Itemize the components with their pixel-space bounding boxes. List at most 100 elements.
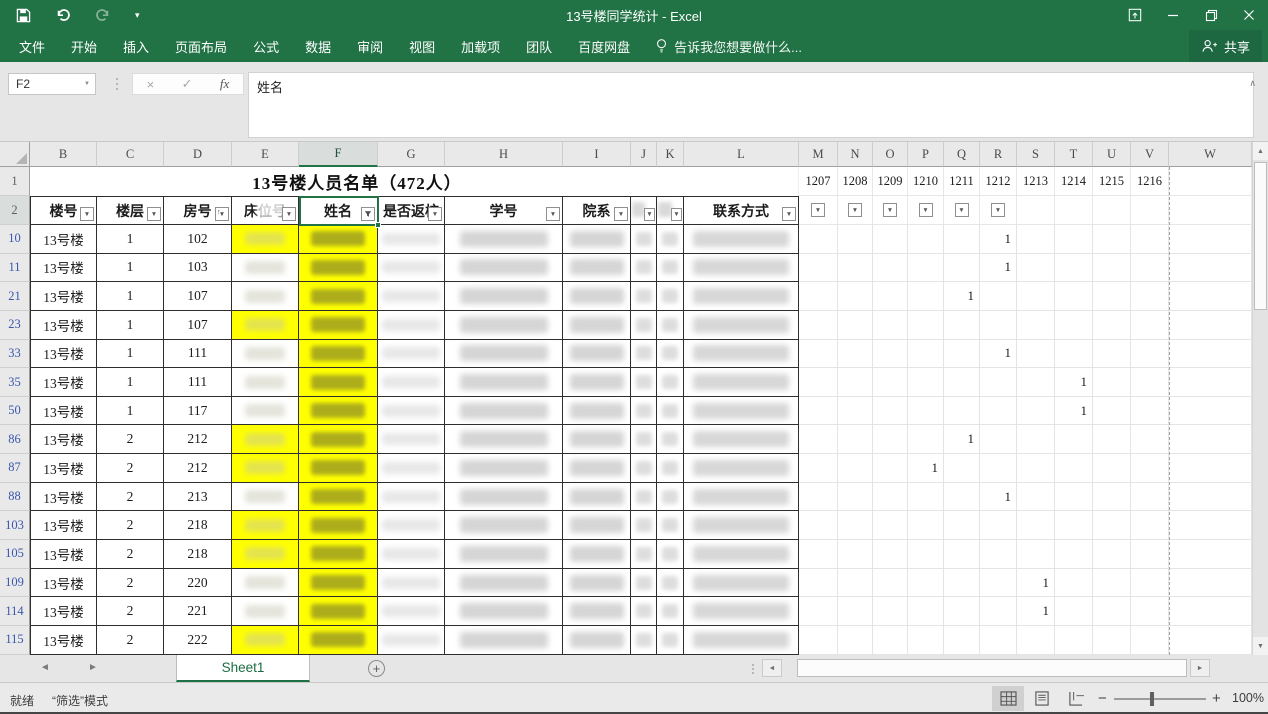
cell-bed-redacted[interactable] [232,340,299,369]
cell-redacted[interactable] [631,483,657,512]
next-sheet-icon[interactable]: ► [88,662,98,673]
cell-redacted[interactable] [631,425,657,454]
cell-building[interactable]: 13号楼 [30,569,97,598]
header-extra[interactable]: ▼ [908,196,944,225]
header-returned[interactable]: 是否返校▼ [378,196,445,225]
cell-redacted[interactable] [657,225,684,254]
cell-student-id-redacted[interactable] [445,311,563,340]
cell-bed-redacted[interactable] [232,254,299,283]
cell-count[interactable] [980,282,1017,311]
cell-count[interactable] [980,368,1017,397]
cell-bed-redacted[interactable] [232,569,299,598]
cell-count[interactable]: 1 [944,425,980,454]
enter-icon[interactable]: ✓ [182,76,193,92]
cell-redacted[interactable] [631,282,657,311]
cell-count[interactable] [799,368,838,397]
cell-empty[interactable] [1169,483,1252,512]
row-header[interactable]: 105 [0,540,30,569]
cell-count[interactable] [1131,225,1169,254]
ribbon-tab[interactable]: 审阅 [344,30,396,62]
zoom-slider-handle[interactable] [1150,692,1154,706]
cell-count[interactable] [799,425,838,454]
cell-student-id-redacted[interactable] [445,225,563,254]
column-header-G[interactable]: G [378,142,445,167]
cell-name-redacted[interactable] [299,569,378,598]
cell-count[interactable] [1055,540,1093,569]
cell-building[interactable]: 13号楼 [30,254,97,283]
cell-student-id-redacted[interactable] [445,511,563,540]
cell-count[interactable] [1017,511,1055,540]
cell-bed-redacted[interactable] [232,483,299,512]
cell-bed-redacted[interactable] [232,597,299,626]
ribbon-tab[interactable]: 页面布局 [162,30,240,62]
header-redacted[interactable]: ▼ [631,196,657,225]
cell-department-redacted[interactable] [563,483,631,512]
cell-room[interactable]: 212 [164,425,232,454]
ribbon-tab[interactable]: 视图 [396,30,448,62]
cell-count[interactable] [799,225,838,254]
cell-count[interactable] [1055,454,1093,483]
cell-count[interactable] [1093,397,1131,426]
cell-name-redacted[interactable] [299,397,378,426]
cell-count[interactable] [944,511,980,540]
column-header-B[interactable]: B [30,142,97,167]
horizontal-scrollbar-thumb[interactable] [797,659,1187,677]
cell-floor[interactable]: 2 [97,511,164,540]
filter-sorted-asc-icon[interactable]: ↑▼ [215,207,229,221]
cell-returned-redacted[interactable] [378,483,445,512]
close-icon[interactable] [1230,0,1268,30]
cell-student-id-redacted[interactable] [445,569,563,598]
cell-count[interactable] [873,282,908,311]
cell-count[interactable] [1131,626,1169,655]
cell-count[interactable] [838,626,873,655]
cell-name-redacted[interactable] [299,597,378,626]
cell-count[interactable] [1131,425,1169,454]
cell-count[interactable] [1017,225,1055,254]
cell-floor[interactable]: 1 [97,311,164,340]
cell-building[interactable]: 13号楼 [30,626,97,655]
cell-building[interactable]: 13号楼 [30,425,97,454]
cell-count[interactable] [1055,569,1093,598]
vertical-scrollbar-thumb[interactable] [1254,162,1267,310]
cell-count[interactable] [944,225,980,254]
filter-dropdown-icon[interactable]: ▼ [883,203,897,217]
cell-count[interactable] [838,425,873,454]
cell-count[interactable] [838,454,873,483]
cell-floor[interactable]: 1 [97,397,164,426]
cell-count[interactable] [944,254,980,283]
cell-contact-redacted[interactable] [684,225,799,254]
filter-dropdown-icon[interactable]: ▼ [671,208,682,221]
cell-count[interactable]: 1 [1017,569,1055,598]
header-extra[interactable]: ▼ [980,196,1017,225]
cell-count[interactable] [944,397,980,426]
cell-count[interactable] [1055,254,1093,283]
header-bed[interactable]: 床位号▼ [232,196,299,225]
cell-redacted[interactable] [631,254,657,283]
cell-count[interactable] [873,225,908,254]
ribbon-tab[interactable]: 数据 [292,30,344,62]
cell-empty[interactable] [1169,167,1252,196]
cell-bed-redacted[interactable] [232,225,299,254]
zoom-percentage[interactable]: 100% [1228,691,1264,705]
cell-redacted[interactable] [657,311,684,340]
cell-count[interactable] [980,626,1017,655]
header-building[interactable]: 楼号▼ [30,196,97,225]
cell-count[interactable] [1131,569,1169,598]
cell-count[interactable] [1131,397,1169,426]
cell-count[interactable] [1017,626,1055,655]
cell-count[interactable] [799,454,838,483]
cell-count[interactable] [799,626,838,655]
cell-count[interactable] [873,368,908,397]
filter-dropdown-icon[interactable]: ▼ [282,207,296,221]
cell-count[interactable] [799,397,838,426]
column-header-P[interactable]: P [908,142,944,167]
column-header-V[interactable]: V [1131,142,1169,167]
cell-count[interactable] [1093,597,1131,626]
row-header[interactable]: 87 [0,454,30,483]
cell-room-number[interactable]: 1215 [1093,167,1131,196]
cell-count[interactable] [944,340,980,369]
cell-name-redacted[interactable] [299,225,378,254]
cell-count[interactable] [1017,425,1055,454]
cell-count[interactable] [1055,282,1093,311]
row-header[interactable]: 11 [0,254,30,283]
